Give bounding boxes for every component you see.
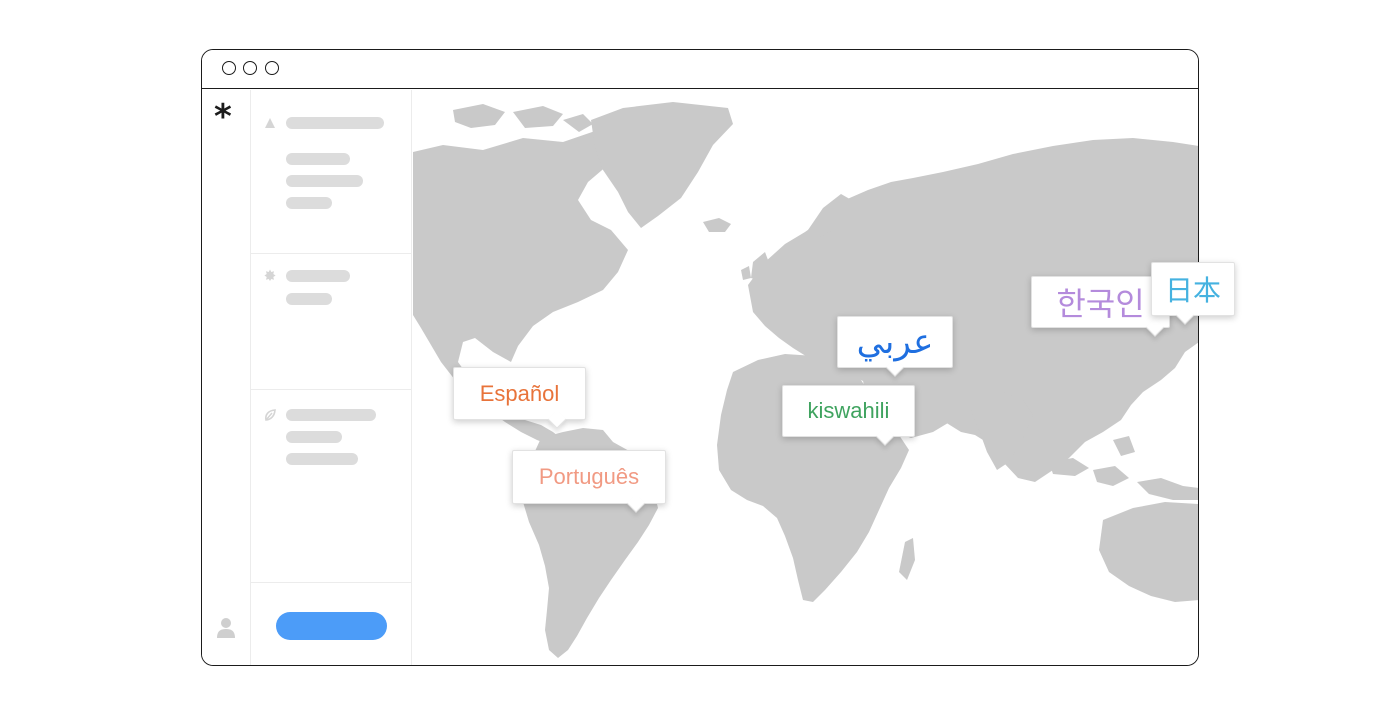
window-maximize-button[interactable] — [265, 61, 279, 75]
badge-icon — [264, 269, 276, 281]
language-label-espanol: Español — [479, 380, 560, 406]
primary-action-button[interactable] — [276, 612, 387, 640]
placeholder-line[interactable] — [286, 175, 363, 187]
language-bubble-espanol[interactable]: Español — [453, 367, 586, 420]
language-bubble-japanese[interactable]: 日本 — [1151, 262, 1235, 316]
language-label-portugues: Português — [538, 464, 640, 489]
triangle-icon — [265, 118, 275, 128]
language-label-kiswahili: kiswahili — [807, 398, 890, 423]
placeholder-line[interactable] — [286, 117, 384, 129]
placeholder-line[interactable] — [286, 197, 332, 209]
sidebar — [251, 90, 412, 665]
window-close-button[interactable] — [222, 61, 236, 75]
language-label-korean: 한국인 — [1056, 285, 1145, 323]
language-bubble-korean[interactable]: 한국인 — [1031, 276, 1170, 328]
placeholder-line[interactable] — [286, 270, 350, 282]
placeholder-line[interactable] — [286, 293, 332, 305]
placeholder-line[interactable] — [286, 453, 358, 465]
leaf-icon — [265, 409, 276, 421]
icon-rail: * — [202, 90, 251, 665]
window-minimize-button[interactable] — [243, 61, 257, 75]
sidebar-section-2 — [251, 254, 411, 390]
language-label-arabic: عربي — [856, 322, 934, 362]
language-label-japanese: 日本 — [1164, 274, 1221, 307]
language-bubble-portugues[interactable]: Português — [512, 450, 666, 504]
sidebar-section-3 — [251, 390, 411, 583]
placeholder-line[interactable] — [286, 409, 376, 421]
placeholder-line[interactable] — [286, 431, 342, 443]
sidebar-section-1 — [251, 90, 411, 254]
user-icon[interactable] — [216, 617, 236, 639]
placeholder-line[interactable] — [286, 153, 350, 165]
app-logo[interactable]: * — [214, 100, 232, 134]
window-titlebar — [202, 50, 1198, 89]
browser-window: * — [201, 49, 1199, 666]
language-bubble-arabic[interactable]: عربي — [837, 316, 953, 368]
language-bubble-kiswahili[interactable]: kiswahili — [782, 385, 915, 437]
